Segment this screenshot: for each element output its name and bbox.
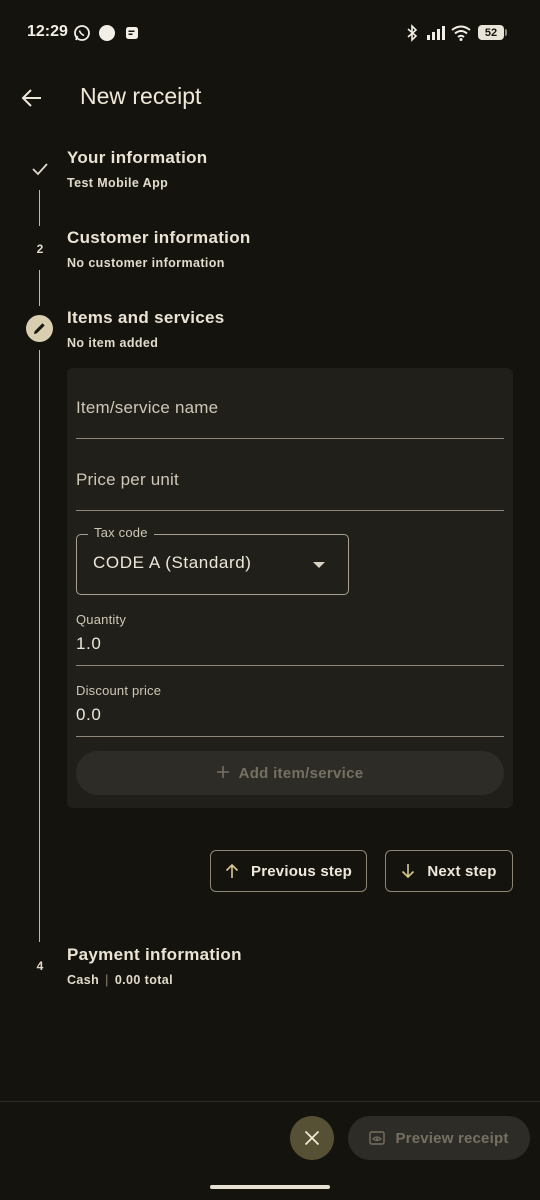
next-step-button[interactable]: Next step [385, 850, 513, 892]
add-item-button[interactable]: Add item/service [76, 751, 504, 795]
payment-method: Cash [67, 973, 100, 987]
step-your-information-subtitle: Test Mobile App [67, 176, 169, 190]
home-indicator[interactable] [210, 1185, 330, 1189]
quantity-underline [76, 665, 504, 666]
wifi-icon [451, 24, 471, 42]
step-payment-information-subtitle: Cash | 0.00 total [67, 973, 173, 987]
check-icon [30, 159, 50, 179]
page-title: New receipt [80, 83, 202, 109]
price-underline [76, 510, 504, 511]
step-number-4: 4 [36, 959, 44, 973]
item-name-field[interactable]: Item/service name [76, 398, 218, 418]
step-items-services-title[interactable]: Items and services [67, 308, 225, 328]
plus-icon [216, 765, 229, 782]
bottom-divider [0, 1101, 540, 1102]
discount-label: Discount price [76, 683, 162, 698]
step-payment-information-title[interactable]: Payment information [67, 945, 242, 965]
signal-icon [426, 24, 446, 42]
step-number-2: 2 [36, 242, 44, 256]
price-per-unit-field[interactable]: Price per unit [76, 470, 179, 490]
dropdown-caret-icon[interactable] [313, 562, 325, 568]
arrow-down-icon [402, 864, 415, 879]
previous-step-button[interactable]: Previous step [210, 850, 367, 892]
payment-total: 0.00 total [114, 973, 174, 987]
status-bar: 12:29 52 [0, 0, 540, 64]
tax-code-value[interactable]: CODE A (Standard) [93, 553, 252, 573]
battery-tip [505, 29, 507, 36]
step-customer-information-title[interactable]: Customer information [67, 228, 251, 248]
arrow-up-icon [225, 863, 239, 878]
battery-icon: 52 [478, 25, 504, 40]
step-connector [39, 270, 40, 306]
status-time: 12:29 [27, 23, 68, 40]
pencil-icon [34, 323, 45, 334]
tax-code-label: Tax code [88, 525, 154, 540]
discount-underline [76, 736, 504, 737]
discount-field[interactable]: 0.0 [76, 705, 101, 725]
next-step-label: Next step [427, 862, 497, 880]
preview-receipt-label: Preview receipt [395, 1129, 509, 1147]
step-connector [39, 190, 40, 226]
step-your-information-title[interactable]: Your information [67, 148, 207, 168]
note-icon [124, 24, 140, 42]
step-active-indicator [26, 315, 53, 342]
step-active-connector [39, 350, 40, 942]
previous-step-label: Previous step [251, 862, 352, 880]
cancel-button[interactable] [290, 1116, 334, 1160]
step-items-services-subtitle: No item added [67, 336, 159, 350]
preview-icon [369, 1131, 386, 1145]
item-name-underline [76, 438, 504, 439]
quantity-field[interactable]: 1.0 [76, 634, 101, 654]
subtitle-separator: | [105, 973, 109, 987]
bluetooth-icon [406, 24, 418, 42]
preview-receipt-button[interactable]: Preview receipt [348, 1116, 530, 1160]
quantity-label: Quantity [76, 612, 127, 627]
circle-notification-icon [98, 24, 116, 42]
arrow-left-icon [21, 89, 41, 107]
back-button[interactable] [14, 80, 50, 116]
whatsapp-icon [73, 24, 91, 42]
add-item-label: Add item/service [238, 764, 364, 782]
close-icon [304, 1130, 320, 1146]
step-customer-information-subtitle: No customer information [67, 256, 225, 270]
